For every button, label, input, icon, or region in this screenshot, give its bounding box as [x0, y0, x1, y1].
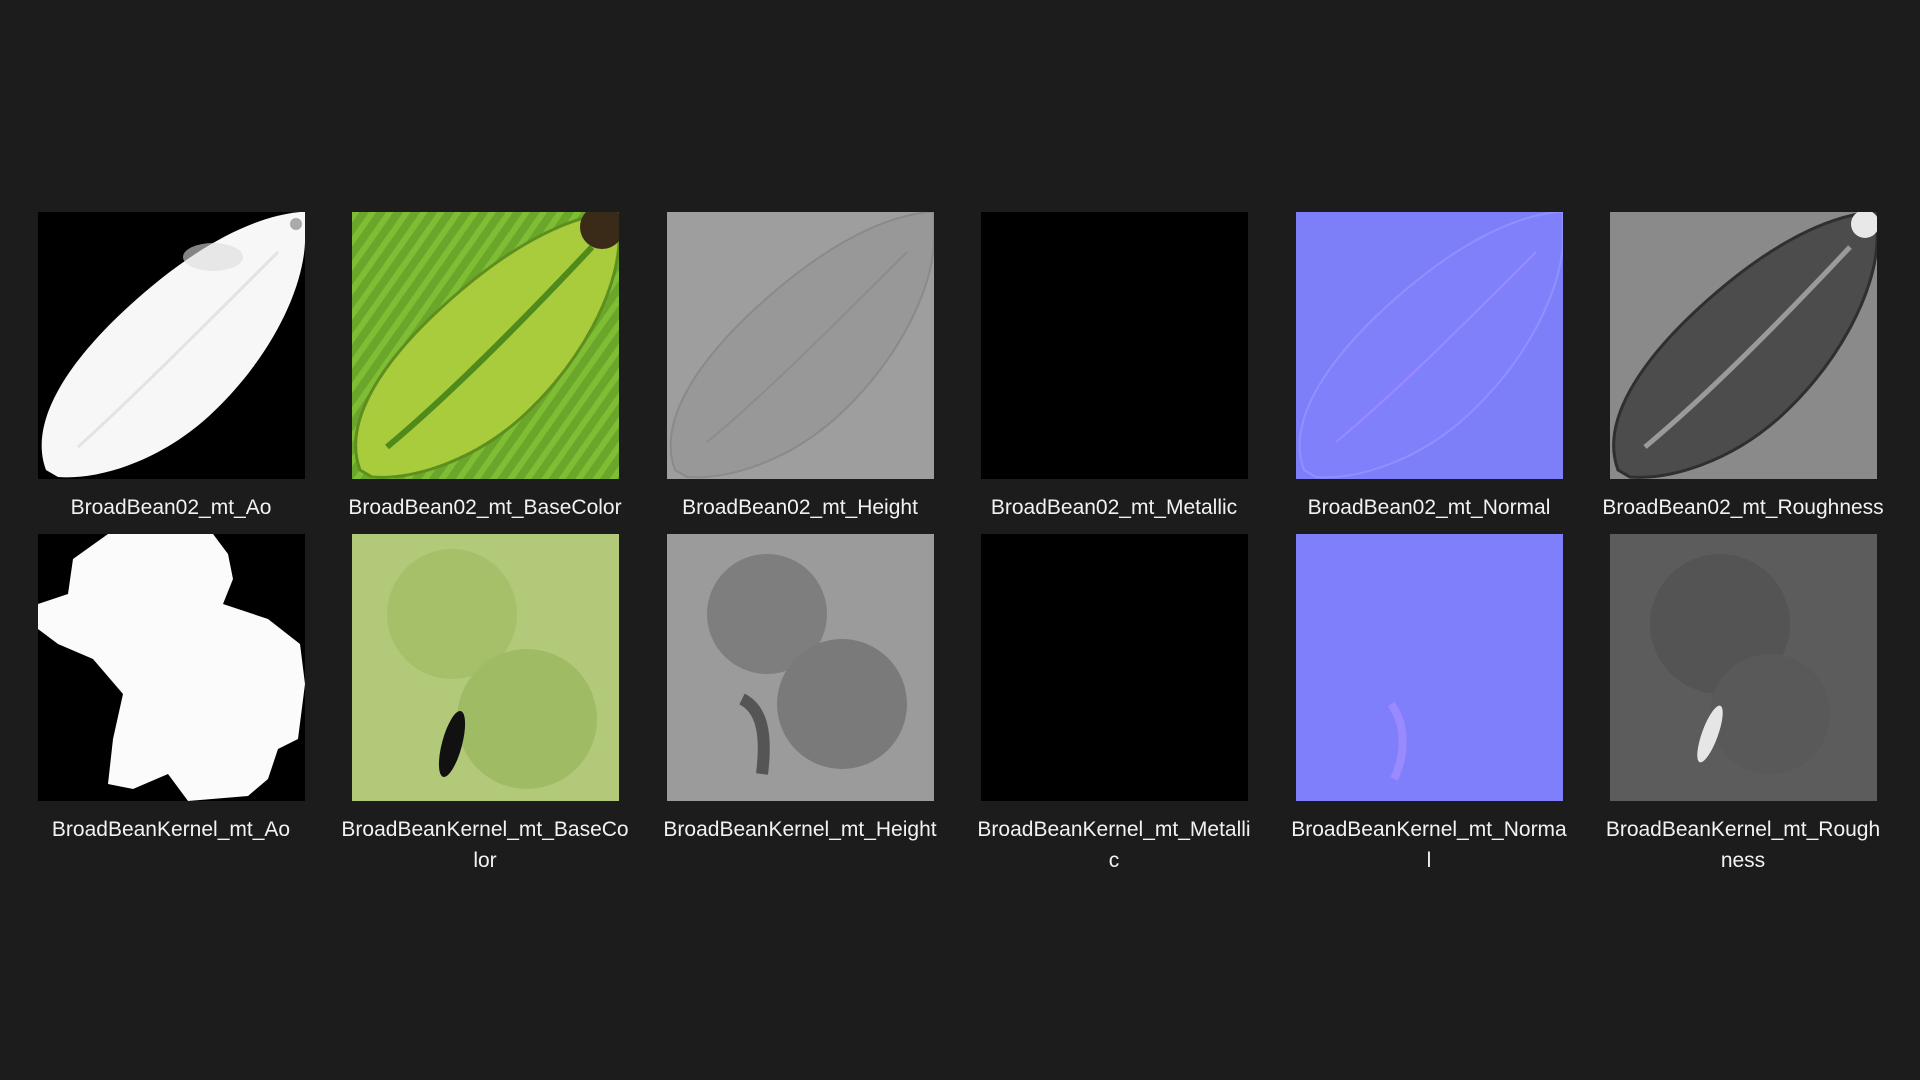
texture-preview [981, 534, 1248, 801]
file-thumbnail[interactable] [352, 212, 619, 479]
file-thumbnail[interactable] [38, 534, 305, 801]
texture-preview [38, 212, 305, 479]
texture-preview [667, 534, 934, 801]
texture-preview [981, 212, 1248, 479]
file-name: BroadBean02_mt_Ao [70, 496, 272, 519]
texture-preview [1610, 212, 1877, 479]
file-thumbnail[interactable] [38, 212, 305, 479]
file-grid: BroadBean02_mt_Ao BroadBean02_mt_BaseCol… [0, 0, 1920, 1080]
texture-preview [667, 212, 934, 479]
file-name: BroadBeanKernel_mt_BaseCo lor [341, 818, 629, 872]
file-name: BroadBean02_mt_Metallic [990, 496, 1238, 519]
file-thumbnail[interactable] [1610, 534, 1877, 801]
file-name: BroadBean02_mt_Height [682, 496, 918, 519]
file-thumbnail[interactable] [981, 212, 1248, 479]
texture-preview [1296, 212, 1563, 479]
file-thumbnail[interactable] [1296, 534, 1563, 801]
file-name: BroadBean02_mt_Normal [1307, 496, 1551, 519]
texture-preview [352, 212, 619, 479]
texture-preview [38, 534, 305, 801]
file-name: BroadBeanKernel_mt_Norma l [1291, 818, 1567, 872]
file-thumbnail[interactable] [352, 534, 619, 801]
file-name: BroadBeanKernel_mt_Height [663, 818, 937, 841]
file-name: BroadBeanKernel_mt_Metalli c [977, 818, 1251, 872]
file-thumbnail[interactable] [1296, 212, 1563, 479]
texture-preview [1610, 534, 1877, 801]
file-name: BroadBeanKernel_mt_Rough ness [1605, 818, 1881, 872]
file-thumbnail[interactable] [981, 534, 1248, 801]
file-thumbnail[interactable] [667, 534, 934, 801]
texture-preview [352, 534, 619, 801]
file-name: BroadBean02_mt_BaseColor [348, 496, 622, 519]
file-name: BroadBeanKernel_mt_Ao [51, 818, 291, 841]
file-name: BroadBean02_mt_Roughness [1602, 496, 1884, 519]
file-thumbnail[interactable] [1610, 212, 1877, 479]
file-thumbnail[interactable] [667, 212, 934, 479]
texture-preview [1296, 534, 1563, 801]
